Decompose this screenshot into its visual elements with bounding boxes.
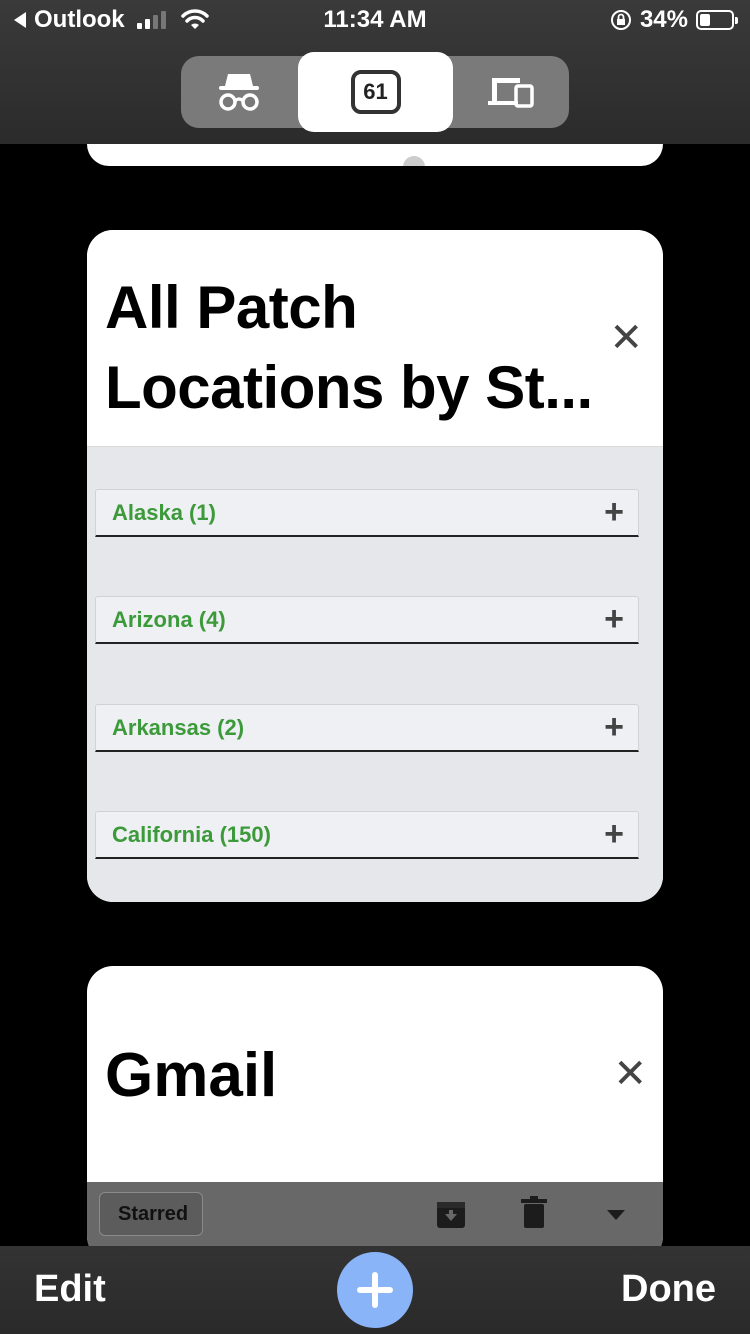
battery-icon	[696, 10, 738, 30]
incognito-icon	[219, 74, 259, 111]
orientation-lock-icon	[610, 10, 631, 30]
plus-icon: +	[604, 815, 624, 853]
bottom-toolbar: Edit Done	[0, 1246, 750, 1334]
status-right: 34%	[610, 6, 738, 34]
plus-icon: +	[604, 708, 624, 746]
accordion-item[interactable]: Arkansas (2) +	[95, 704, 639, 752]
close-icon[interactable]: ✕	[609, 318, 643, 358]
top-bar: Outlook 11:34 AM 34% 61	[0, 0, 750, 144]
caret-down-icon	[607, 1210, 625, 1220]
accordion-item[interactable]: Arizona (4) +	[95, 596, 639, 644]
tab-switcher-segmented-control: 61	[181, 52, 569, 132]
devices-icon	[488, 78, 534, 108]
tab-card-gmail[interactable]: Gmail ✕ Starred	[87, 966, 663, 1262]
tab-card-title: All Patch Locations by St...	[105, 268, 605, 428]
battery-percent: 34%	[639, 6, 688, 33]
incognito-tabs-segment[interactable]	[181, 56, 297, 128]
new-tab-button[interactable]	[337, 1252, 413, 1328]
plus-icon: +	[604, 600, 624, 638]
tab-count-badge: 61	[350, 70, 401, 114]
archive-icon	[437, 1202, 465, 1228]
other-devices-segment[interactable]	[453, 56, 569, 128]
accordion-label: Alaska (1)	[112, 500, 216, 525]
tab-card-header: All Patch Locations by St... ✕	[87, 230, 663, 447]
accordion-label: Arkansas (2)	[112, 715, 245, 740]
trash-icon	[521, 1196, 547, 1228]
status-bar: Outlook 11:34 AM 34%	[0, 0, 750, 42]
starred-chip: Starred	[99, 1192, 204, 1236]
tab-card-title-line2: Locations by St...	[105, 354, 593, 421]
plus-icon	[357, 1272, 393, 1308]
regular-tabs-segment[interactable]: 61	[298, 52, 453, 132]
edit-button[interactable]: Edit	[34, 1268, 106, 1311]
tab-card-preview: Alaska (1) + Arizona (4) + Arkansas (2) …	[87, 447, 663, 902]
tab-card-title-line1: All Patch	[105, 274, 358, 341]
done-button[interactable]: Done	[621, 1268, 716, 1311]
close-icon[interactable]: ✕	[613, 1054, 647, 1094]
accordion-label: California (150)	[112, 822, 271, 847]
plus-icon: +	[604, 493, 624, 531]
previous-tab-card-fragment[interactable]	[87, 144, 663, 166]
tab-card-title: Gmail	[105, 1041, 278, 1110]
tab-card[interactable]: All Patch Locations by St... ✕ Alaska (1…	[87, 230, 663, 902]
accordion-item[interactable]: California (150) +	[95, 811, 639, 859]
accordion-label: Arizona (4)	[112, 607, 226, 632]
accordion-item[interactable]: Alaska (1) +	[95, 489, 639, 537]
